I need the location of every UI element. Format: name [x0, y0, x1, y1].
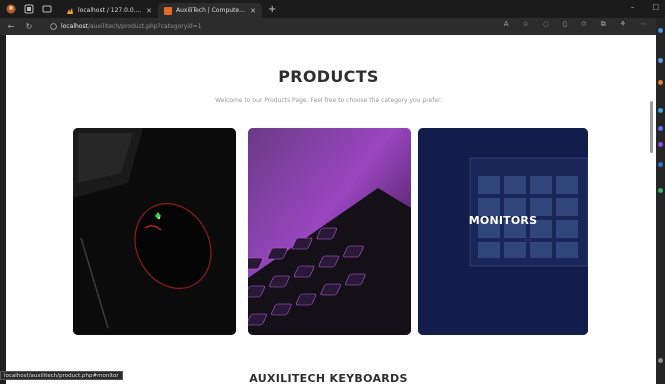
status-bar-url: localhost/auxilitech/product.php#monitor — [0, 371, 123, 380]
sidebar-designer-icon[interactable] — [658, 142, 663, 147]
sidebar-tools-icon[interactable] — [658, 80, 663, 85]
tab-actions-icon[interactable] — [40, 2, 54, 16]
split-screen-icon[interactable]: ▯ — [563, 20, 567, 29]
page-title: PRODUCTS — [278, 67, 379, 86]
read-aloud-icon[interactable]: A — [504, 20, 509, 29]
refresh-icon[interactable]: ↻ — [22, 22, 36, 31]
tab-auxilitech[interactable]: AuxiliTech | Computer Shop ✕ — [158, 3, 262, 18]
monitor-image — [418, 128, 588, 335]
page-subtitle: Welcome to our Products Page. Feel free … — [215, 97, 442, 104]
category-label-monitors: MONITORS — [468, 214, 538, 227]
tab-phpmyadmin[interactable]: localhost / 127.0.0.1 / auxilitech ✕ — [60, 3, 158, 18]
rgb-keyboard-image — [248, 128, 411, 335]
category-card-mouse[interactable] — [73, 128, 236, 335]
close-tab-icon[interactable]: ✕ — [146, 7, 152, 15]
maximize-icon[interactable]: □ — [652, 3, 659, 11]
refresh-page-icon[interactable]: ◌ — [543, 20, 549, 29]
sidebar-strip — [656, 18, 665, 384]
tab-label: localhost / 127.0.0.1 / auxilitech — [78, 7, 142, 14]
site-info-icon[interactable] — [50, 23, 57, 30]
back-icon[interactable]: ← — [4, 22, 18, 31]
sidebar-games-icon[interactable] — [658, 108, 663, 113]
profile-icon[interactable] — [4, 2, 18, 16]
workspaces-icon[interactable] — [22, 2, 36, 16]
page-scrollbar[interactable] — [650, 101, 653, 153]
category-card-keyboard[interactable] — [248, 128, 411, 335]
url-host: localhost — [61, 23, 88, 30]
favorites-icon[interactable]: ✩ — [581, 20, 587, 29]
sidebar-outlook-icon[interactable] — [658, 162, 663, 167]
collections-icon[interactable]: ⧉ — [601, 20, 606, 29]
tab-strip: localhost / 127.0.0.1 / auxilitech ✕ Aux… — [0, 0, 665, 18]
new-tab-button[interactable]: + — [268, 4, 276, 15]
gaming-mouse-image — [73, 128, 236, 335]
sidebar-shopping-icon[interactable] — [658, 58, 663, 63]
extensions-icon[interactable]: ⚘ — [620, 20, 626, 29]
close-tab-icon[interactable]: ✕ — [250, 7, 256, 15]
sidebar-office-icon[interactable] — [658, 126, 663, 131]
tab-label: AuxiliTech | Computer Shop — [176, 7, 246, 14]
favorite-star-icon[interactable]: ☆ — [523, 20, 529, 29]
toolbar-actions: A ☆ ◌ ▯ ✩ ⧉ ⚘ ⋯ — [504, 20, 647, 29]
browser-window: localhost / 127.0.0.1 / auxilitech ✕ Aux… — [0, 0, 665, 384]
sidebar-add-icon[interactable] — [658, 188, 663, 193]
sidebar-settings-icon[interactable] — [658, 358, 663, 363]
url-path: /auxilitech/product.php?categoryid=1 — [87, 23, 202, 30]
auxilitech-favicon-icon — [164, 6, 172, 15]
window-controls: – □ — [631, 3, 659, 11]
sidebar-search-icon[interactable] — [658, 28, 663, 33]
minimize-icon[interactable]: – — [631, 3, 635, 11]
address-toolbar: ← ↻ localhost/auxilitech/product.php?cat… — [0, 18, 665, 35]
page-content: PRODUCTS Welcome to our Products Page. F… — [6, 35, 656, 384]
category-card-monitor[interactable]: MONITORS — [418, 128, 588, 335]
more-icon[interactable]: ⋯ — [640, 20, 647, 29]
phpmyadmin-favicon-icon — [67, 7, 73, 14]
address-bar[interactable]: localhost/auxilitech/product.php?categor… — [50, 20, 550, 33]
